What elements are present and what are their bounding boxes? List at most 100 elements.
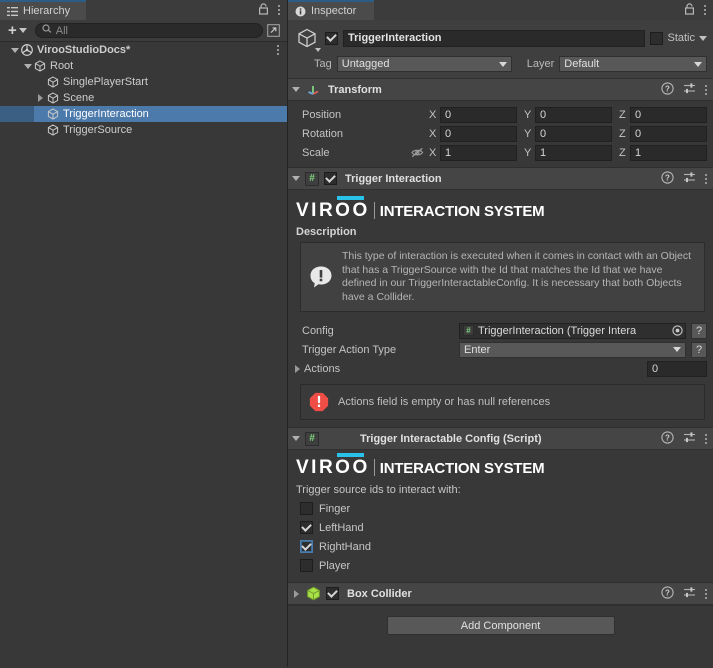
component-transform: Transform ? Position X 0 Y 0 Z 0 Rotatio… [288, 79, 713, 168]
component-header-transform[interactable]: Transform ? [288, 79, 713, 101]
gameobject-name-input[interactable]: TriggerInteraction [343, 29, 646, 47]
description-infobox: This type of interaction is executed whe… [300, 242, 705, 312]
eye-off-icon[interactable] [411, 147, 424, 158]
lock-icon[interactable] [684, 2, 695, 18]
foldout-open-icon[interactable] [21, 63, 34, 69]
open-in-new-icon[interactable] [267, 24, 280, 37]
add-component-area: Add Component [288, 606, 713, 635]
kebab-menu-icon[interactable] [705, 588, 707, 599]
layer-label: Layer [526, 58, 555, 70]
add-gameobject-button[interactable]: + [4, 23, 31, 39]
foldout-open-icon[interactable] [292, 87, 300, 92]
transform-fields: Position X 0 Y 0 Z 0 Rotation X 0 Y 0 Z … [288, 101, 713, 167]
field-label: Rotation [302, 127, 343, 140]
rotation-x-input[interactable]: 0 [440, 125, 517, 142]
trigger-action-type-dropdown[interactable]: Enter [459, 341, 686, 358]
hierarchy-item-triggersource[interactable]: TriggerSource [0, 122, 287, 138]
layer-dropdown[interactable]: Default [559, 56, 707, 72]
transform-axis-icon [305, 82, 320, 97]
kebab-menu-icon[interactable] [277, 45, 279, 55]
error-octagon-icon [309, 392, 329, 412]
help-circle-icon[interactable]: ? [661, 430, 674, 447]
chevron-down-icon[interactable] [315, 48, 321, 52]
config-help-button[interactable]: ? [691, 322, 707, 339]
component-header-trigger-interactable-config[interactable]: # Trigger Interactable Config (Script) ? [288, 428, 713, 450]
component-enabled-checkbox[interactable] [326, 587, 339, 600]
source-row-finger: Finger [294, 499, 707, 518]
hierarchy-tabbar: Hierarchy [0, 0, 287, 20]
viroo-accent-bar [336, 453, 364, 457]
finger-checkbox[interactable] [300, 502, 313, 515]
tab-inspector[interactable]: Inspector [288, 0, 374, 20]
hierarchy-item-singleplayerstart[interactable]: SinglePlayerStart [0, 74, 287, 90]
tag-dropdown[interactable]: Untagged [336, 56, 512, 72]
kebab-menu-icon[interactable] [705, 173, 707, 184]
help-circle-icon[interactable]: ? [661, 170, 674, 187]
foldout-closed-icon[interactable] [295, 364, 300, 373]
foldout-closed-icon[interactable] [294, 589, 299, 598]
kebab-menu-icon[interactable] [705, 433, 707, 444]
hierarchy-item-viroostudiodocs[interactable]: VirooStudioDocs* [0, 42, 287, 58]
foldout-open-icon[interactable] [8, 47, 21, 53]
help-circle-icon[interactable]: ? [661, 81, 674, 98]
hierarchy-item-label: SinglePlayerStart [63, 76, 148, 88]
rotation-z-input[interactable]: 0 [630, 125, 707, 142]
kebab-menu-icon[interactable] [705, 84, 707, 95]
player-checkbox[interactable] [300, 559, 313, 572]
hierarchy-search-input[interactable]: All [34, 23, 263, 38]
component-header-trigger-interaction[interactable]: # Trigger Interaction ? [288, 168, 713, 190]
axis-label-x: X [429, 127, 437, 140]
lefthand-checkbox[interactable] [300, 521, 313, 534]
tab-hierarchy[interactable]: Hierarchy [0, 0, 86, 20]
transform-row-position: Position X 0 Y 0 Z 0 [294, 105, 707, 124]
trigger-action-type-value: Enter [464, 343, 491, 356]
kebab-menu-icon[interactable] [704, 5, 706, 15]
viroo-wordmark: VIROO [296, 453, 370, 477]
position-z-input[interactable]: 0 [630, 106, 707, 123]
static-checkbox[interactable] [650, 31, 664, 45]
rotation-y-input[interactable]: 0 [535, 125, 612, 142]
trigger-action-type-help-button[interactable]: ? [691, 341, 707, 358]
foldout-open-icon[interactable] [292, 176, 300, 181]
position-x-input[interactable]: 0 [440, 106, 517, 123]
hierarchy-item-label: Root [50, 60, 74, 72]
exclamation-bubble-icon [309, 265, 333, 289]
scale-x-input[interactable]: 1 [440, 144, 517, 161]
scale-z-input[interactable]: 1 [630, 144, 707, 161]
source-row-player: Player [294, 556, 707, 575]
scale-y-input[interactable]: 1 [535, 144, 612, 161]
preset-sliders-icon[interactable] [683, 171, 696, 187]
preset-sliders-icon[interactable] [683, 82, 696, 98]
viroo-accent-bar [336, 196, 364, 200]
config-label: Config [302, 324, 334, 337]
preset-sliders-icon[interactable] [683, 586, 696, 602]
actions-count-input[interactable]: 0 [647, 360, 707, 377]
foldout-open-icon[interactable] [292, 436, 300, 441]
config-object-field[interactable]: # TriggerInteraction (Trigger Intera [459, 322, 686, 339]
script-hash-icon: # [305, 431, 319, 446]
hierarchy-item-triggerinteraction[interactable]: TriggerInteraction [0, 106, 287, 122]
script-hash-icon: # [305, 171, 319, 186]
hierarchy-item-root[interactable]: Root [0, 58, 287, 74]
component-header-box-collider[interactable]: Box Collider ? [288, 583, 713, 605]
foldout-closed-icon[interactable] [34, 94, 47, 102]
position-y-input[interactable]: 0 [535, 106, 612, 123]
hierarchy-search-placeholder: All [55, 24, 68, 37]
layer-value: Default [564, 58, 600, 70]
add-component-button[interactable]: Add Component [386, 616, 615, 635]
component-enabled-checkbox[interactable] [324, 172, 337, 185]
inspector-content: TriggerInteraction Static Tag Untagged L… [288, 20, 713, 667]
hierarchy-item-label: VirooStudioDocs* [37, 44, 131, 56]
tag-value: Untagged [341, 58, 390, 70]
trigger-interactable-config-body: VIROO INTERACTION SYSTEM Trigger source … [288, 450, 713, 582]
kebab-menu-icon[interactable] [278, 5, 280, 15]
static-dropdown-icon[interactable] [699, 35, 707, 41]
righthand-checkbox[interactable] [300, 540, 313, 553]
chevron-down-icon [673, 347, 681, 352]
lock-icon[interactable] [258, 2, 269, 18]
gameobject-enabled-checkbox[interactable] [325, 31, 338, 45]
hierarchy-item-scene[interactable]: Scene [0, 90, 287, 106]
object-picker-icon[interactable] [669, 324, 685, 338]
preset-sliders-icon[interactable] [683, 431, 696, 447]
help-circle-icon[interactable]: ? [661, 585, 674, 602]
